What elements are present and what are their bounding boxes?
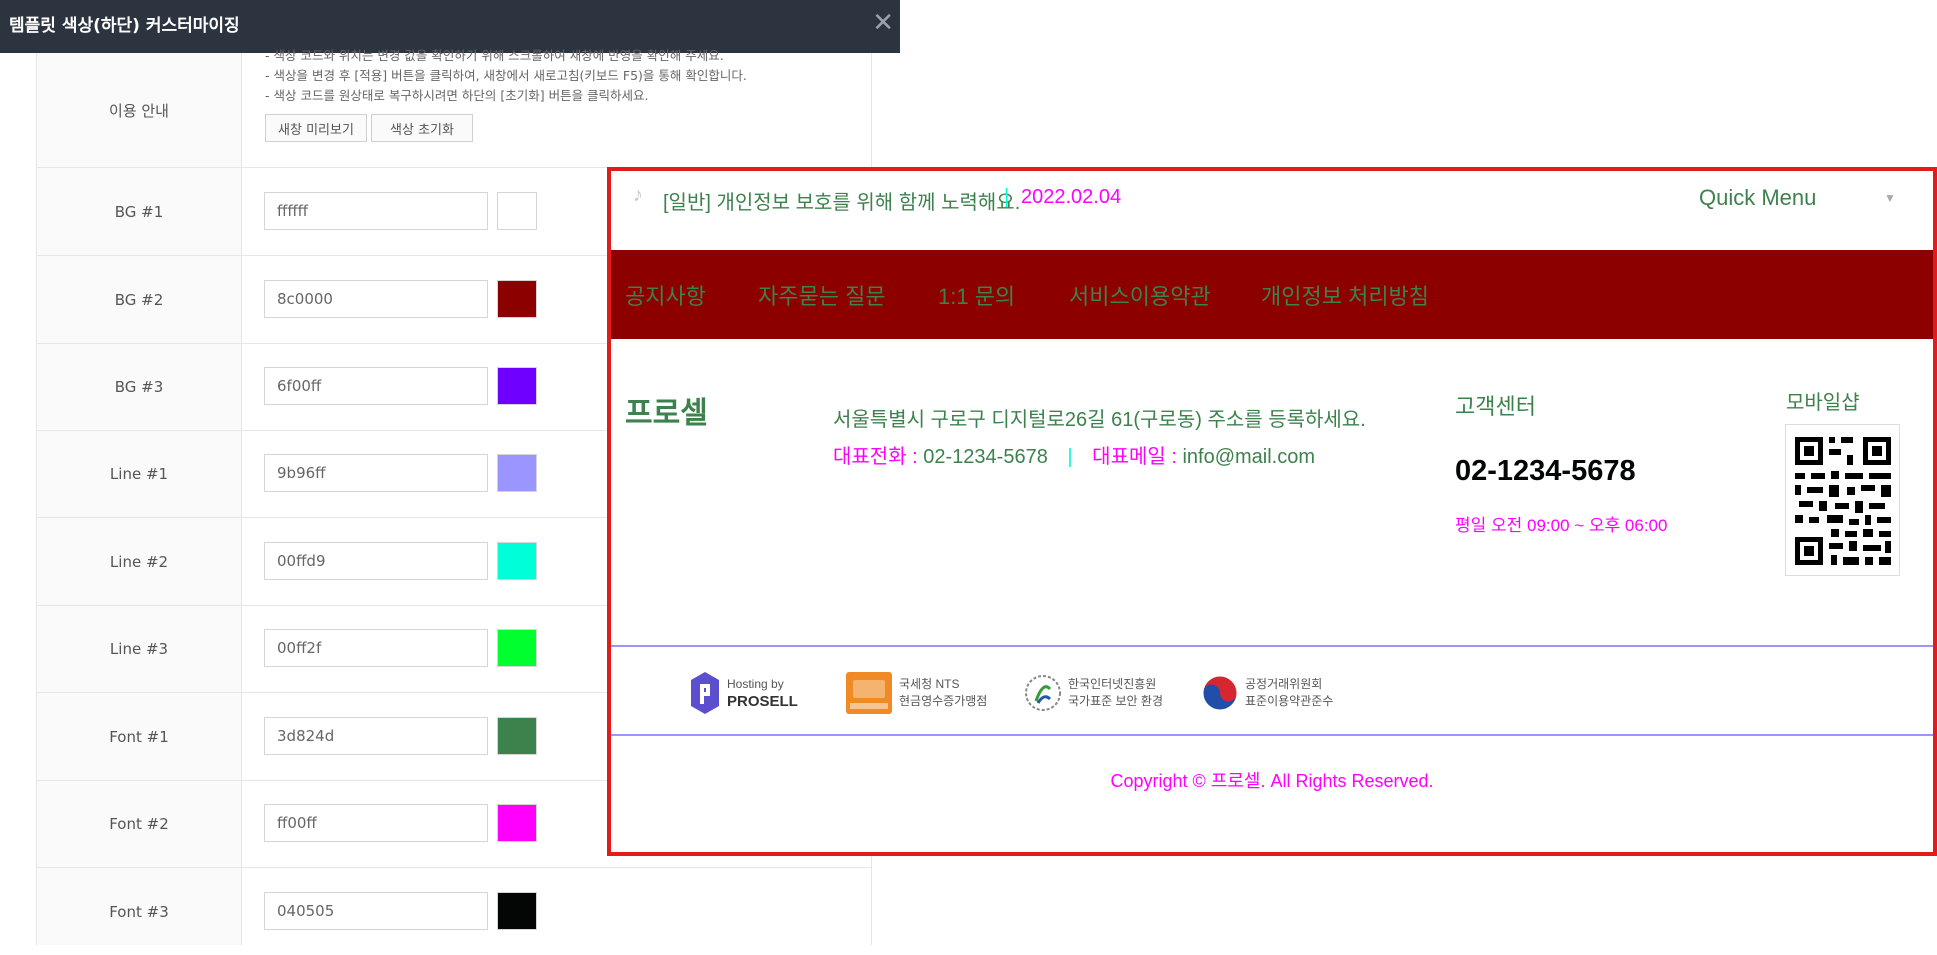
color-swatch[interactable] xyxy=(497,542,537,580)
guide-line: - 색상을 변경 후 [적용] 버튼을 클릭하여, 새창에서 새로고침(키보드 … xyxy=(265,68,747,83)
badge-line2: PROSELL xyxy=(727,693,798,710)
email[interactable]: info@mail.com xyxy=(1182,446,1315,468)
contact-separator: | xyxy=(1067,446,1073,468)
color-swatch[interactable] xyxy=(497,629,537,667)
prosell-logo-icon xyxy=(691,672,719,714)
chevron-down-icon[interactable]: ▼ xyxy=(1884,191,1896,205)
badge-ftc[interactable]: 공정거래위원회 표준이용약관준수 xyxy=(1201,669,1333,717)
company-info: 프로셀 서울특별시 구로구 디지털로26길 61(구로동) 주소를 등록하세요.… xyxy=(611,339,1933,645)
color-label: Font #2 xyxy=(109,814,169,833)
logo[interactable]: 프로셀 xyxy=(625,388,708,432)
footer-preview: ♪ [일반] 개인정보 보호를 위해 함께 노력해요. | 2022.02.04… xyxy=(607,167,1937,856)
color-label: BG #3 xyxy=(114,377,164,396)
badge-line1: 한국인터넷진흥원 xyxy=(1068,677,1157,691)
guide-line: - 색상 코드와 위치는 변경 값을 확인하기 위해 스크롤하여 새창에 반영을… xyxy=(265,48,724,63)
nav-item-faq[interactable]: 자주묻는 질문 xyxy=(758,279,886,311)
color-input[interactable]: 00ffd9 xyxy=(264,542,488,580)
color-swatch[interactable] xyxy=(497,804,537,842)
color-input[interactable]: 8c0000 xyxy=(264,280,488,318)
badge-nts[interactable]: 국세청 NTS 현금영수증가맹점 xyxy=(845,669,987,717)
guide-row: 이용 안내 - 색상 코드와 위치는 변경 값을 확인하기 위해 스크롤하여 새… xyxy=(37,48,871,168)
notice-date: 2022.02.04 xyxy=(1021,186,1122,208)
badge-line2: 국가표준 보안 환경 xyxy=(1068,694,1163,708)
badge-line1: 국세청 NTS xyxy=(899,677,960,691)
reset-colors-button[interactable]: 색상 초기화 xyxy=(371,114,473,142)
address: 서울특별시 구로구 디지털로26길 61(구로동) 주소를 등록하세요. xyxy=(833,409,1366,431)
color-label: Font #3 xyxy=(109,902,169,921)
kisa-seal-icon xyxy=(1025,675,1061,711)
notice-text[interactable]: [일반] 개인정보 보호를 위해 함께 노력해요. xyxy=(663,186,1020,215)
nav-item-terms[interactable]: 서비스이용약관 xyxy=(1069,279,1211,311)
color-row-font3: Font #3 040505 xyxy=(37,868,871,955)
color-label: Line #1 xyxy=(109,464,169,483)
color-swatch[interactable] xyxy=(497,367,537,405)
quick-menu[interactable]: Quick Menu xyxy=(1699,185,1816,211)
color-swatch[interactable] xyxy=(497,717,537,755)
ftc-taegeuk-icon xyxy=(1202,675,1238,711)
bell-icon: ♪ xyxy=(633,184,643,206)
qr-code-icon xyxy=(1795,437,1891,565)
qr-code[interactable] xyxy=(1785,424,1900,576)
badge-text: 한국인터넷진흥원 국가표준 보안 환경 xyxy=(1068,676,1163,710)
color-input[interactable]: 040505 xyxy=(264,892,488,930)
guide-text: - 색상 코드와 위치는 변경 값을 확인하기 위해 스크롤하여 새창에 반영을… xyxy=(265,46,747,106)
badge-kisa[interactable]: 한국인터넷진흥원 국가표준 보안 환경 xyxy=(1024,669,1163,717)
close-icon[interactable]: ✕ xyxy=(872,8,894,38)
badge-line1: 공정거래위원회 xyxy=(1245,677,1323,691)
color-swatch[interactable] xyxy=(497,892,537,930)
badge-text: Hosting by PROSELL xyxy=(727,676,798,710)
nts-cash-receipt-icon xyxy=(846,672,892,714)
color-label: Line #2 xyxy=(109,552,169,571)
contact-line: 대표전화 : 02-1234-5678 | 대표메일 : info@mail.c… xyxy=(833,440,1315,469)
color-swatch[interactable] xyxy=(497,192,537,230)
badge-line1: Hosting by xyxy=(727,677,784,691)
guide-label: 이용 안내 xyxy=(109,101,169,120)
color-input[interactable]: 6f00ff xyxy=(264,367,488,405)
badge-line2: 현금영수증가맹점 xyxy=(899,694,988,708)
email-label: 대표메일 : xyxy=(1092,446,1177,468)
color-label: BG #2 xyxy=(114,290,164,309)
badge-line2: 표준이용약관준수 xyxy=(1245,694,1334,708)
phone-number: 02-1234-5678 xyxy=(923,446,1048,468)
badge-text: 국세청 NTS 현금영수증가맹점 xyxy=(899,676,987,710)
color-swatch[interactable] xyxy=(497,454,537,492)
color-input[interactable]: 9b96ff xyxy=(264,454,488,492)
badge-prosell[interactable]: Hosting by PROSELL xyxy=(689,669,798,717)
modal-title: 템플릿 색상(하단) 커스터마이징 xyxy=(9,16,240,36)
divider-bottom xyxy=(611,734,1933,736)
nav-item-inquiry[interactable]: 1:1 문의 xyxy=(938,279,1015,311)
color-input[interactable]: 00ff2f xyxy=(264,629,488,667)
badge-text: 공정거래위원회 표준이용약관준수 xyxy=(1245,676,1333,710)
notice-bar: ♪ [일반] 개인정보 보호를 위해 함께 노력해요. | 2022.02.04… xyxy=(611,171,1933,250)
color-input[interactable]: ffffff xyxy=(264,192,488,230)
cs-hours: 평일 오전 09:00 ~ 오후 06:00 xyxy=(1455,516,1668,535)
nav-item-notice[interactable]: 공지사항 xyxy=(625,279,706,311)
footer-nav: 공지사항 자주묻는 질문 1:1 문의 서비스이용약관 개인정보 처리방침 xyxy=(611,250,1933,339)
notice-separator: | xyxy=(1004,186,1010,208)
color-label: BG #1 xyxy=(114,202,164,221)
color-label: Font #1 xyxy=(109,727,169,746)
preview-window-button[interactable]: 새창 미리보기 xyxy=(265,114,367,142)
mobile-shop-title: 모바일샵 xyxy=(1786,392,1860,414)
color-input[interactable]: 3d824d xyxy=(264,717,488,755)
color-label: Line #3 xyxy=(109,639,169,658)
color-input[interactable]: ff00ff xyxy=(264,804,488,842)
phone-label: 대표전화 : xyxy=(833,446,918,468)
guide-line: - 색상 코드를 원상태로 복구하시려면 하단의 [초기화] 버튼을 클릭하세요… xyxy=(265,88,649,103)
copyright: Copyright © 프로셀. All Rights Reserved. xyxy=(1110,771,1434,791)
certification-badges: Hosting by PROSELL 국세청 NTS 현금영수증가맹점 한국인터… xyxy=(611,647,1933,736)
nav-item-privacy[interactable]: 개인정보 처리방침 xyxy=(1261,279,1429,311)
cs-title: 고객센터 xyxy=(1455,394,1536,419)
cs-phone: 02-1234-5678 xyxy=(1455,455,1636,487)
color-swatch[interactable] xyxy=(497,280,537,318)
